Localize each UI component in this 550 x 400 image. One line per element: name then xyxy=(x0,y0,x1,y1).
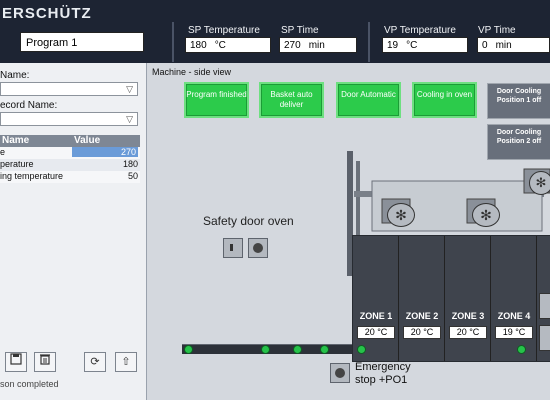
zone-4-temperature: 19 °C xyxy=(495,326,533,339)
program-field[interactable]: Program 1 xyxy=(20,32,144,52)
refresh-icon: ⟳ xyxy=(90,356,100,368)
fan-icon xyxy=(539,293,550,319)
upload-icon: ⇧ xyxy=(121,356,131,368)
safety-door-close-button[interactable] xyxy=(248,238,268,258)
sensor-indicator xyxy=(517,345,526,354)
machine-view: Machine - side view Program finished Bas… xyxy=(147,63,550,400)
square-button-icon xyxy=(230,244,233,251)
chevron-down-icon: ▽ xyxy=(126,84,133,94)
table-row[interactable]: perature 180 xyxy=(0,159,140,171)
sensor-indicator xyxy=(184,345,193,354)
row-name: ing temperature xyxy=(0,171,64,181)
save-icon xyxy=(10,353,22,365)
column-header: Value xyxy=(74,135,101,146)
zone-3-temperature: 20 °C xyxy=(449,326,487,339)
vp-temperature-label: VP Temperature xyxy=(384,25,456,36)
sp-temperature-field[interactable]: 180 °C xyxy=(185,37,271,53)
column-header: Name xyxy=(2,135,30,146)
upload-button[interactable]: ⇧ xyxy=(115,352,137,372)
sensor-indicator xyxy=(261,345,270,354)
vp-temperature-field[interactable]: 19 °C xyxy=(382,37,468,53)
row-value: 270 xyxy=(72,147,138,157)
safety-door-label: Safety door oven xyxy=(203,214,294,228)
top-bar: ERSCHÜTZ Program 1 SP Temperature 180 °C … xyxy=(0,0,550,65)
row-value: 50 xyxy=(127,171,138,181)
emergency-stop-label: Emergency stop +PO1 xyxy=(355,361,411,387)
name-label: Name: xyxy=(0,70,30,81)
delete-button[interactable] xyxy=(34,352,56,372)
door-automatic-button[interactable]: Door Automatic xyxy=(336,82,401,118)
separator xyxy=(172,22,174,62)
name-select[interactable]: ▽ xyxy=(0,82,138,96)
fan-icon: ✻ xyxy=(529,171,550,195)
sp-time-label: SP Time xyxy=(281,25,319,36)
view-title: Machine - side view xyxy=(152,67,232,77)
sensor-indicator xyxy=(357,345,366,354)
emergency-line-1: Emergency xyxy=(355,361,411,373)
record-name-select[interactable]: ▽ xyxy=(0,112,138,126)
record-name-label: ecord Name: xyxy=(0,100,58,111)
emergency-line-2: stop +PO1 xyxy=(355,374,408,386)
sp-time-field[interactable]: 270 min xyxy=(279,37,357,53)
round-button-icon xyxy=(335,368,345,378)
sensor-indicator xyxy=(320,345,329,354)
vp-time-label: VP Time xyxy=(478,25,516,36)
status-text: son completed xyxy=(0,379,59,389)
trash-icon xyxy=(40,354,50,365)
table-row[interactable]: e 270 xyxy=(0,147,140,159)
zone-4-label: ZONE 4 xyxy=(497,311,531,321)
table-row[interactable]: ing temperature 50 xyxy=(0,171,140,183)
oven-body xyxy=(352,235,550,362)
separator xyxy=(368,22,370,62)
basket-auto-deliver-button[interactable]: Basket auto deliver xyxy=(259,82,324,118)
left-panel: Name: ▽ ecord Name: ▽ Name Value e 270 p… xyxy=(0,63,147,400)
zone-2-label: ZONE 2 xyxy=(405,311,439,321)
fan-icon: ✻ xyxy=(472,203,500,227)
safety-door-open-button[interactable] xyxy=(223,238,243,258)
brand-logo: ERSCHÜTZ xyxy=(2,5,92,22)
zone-3-label: ZONE 3 xyxy=(451,311,485,321)
emergency-stop-button[interactable] xyxy=(330,363,350,383)
recipe-table: Name Value e 270 perature 180 ing temper… xyxy=(0,135,140,183)
zone-2-temperature: 20 °C xyxy=(403,326,441,339)
sensor-indicator xyxy=(293,345,302,354)
chevron-down-icon: ▽ xyxy=(126,114,133,124)
row-value: 180 xyxy=(122,159,138,169)
program-finished-button[interactable]: Program finished xyxy=(184,82,249,118)
zone-1-label: ZONE 1 xyxy=(359,311,393,321)
row-name: e xyxy=(0,147,6,157)
zone-1-temperature: 20 °C xyxy=(357,326,395,339)
table-header: Name Value xyxy=(0,135,140,147)
vp-time-field[interactable]: 0 min xyxy=(477,37,550,53)
fan-icon: ✻ xyxy=(387,203,415,227)
save-button[interactable] xyxy=(5,352,27,372)
door-cooling-position-1-button[interactable]: Door Cooling Position 1 off xyxy=(487,83,550,119)
sp-temperature-label: SP Temperature xyxy=(188,25,260,36)
refresh-button[interactable]: ⟳ xyxy=(84,352,106,372)
fan-icon xyxy=(539,325,550,351)
cooling-in-oven-button[interactable]: Cooling in oven xyxy=(412,82,477,118)
round-button-icon xyxy=(253,243,263,253)
row-name: perature xyxy=(0,159,34,169)
